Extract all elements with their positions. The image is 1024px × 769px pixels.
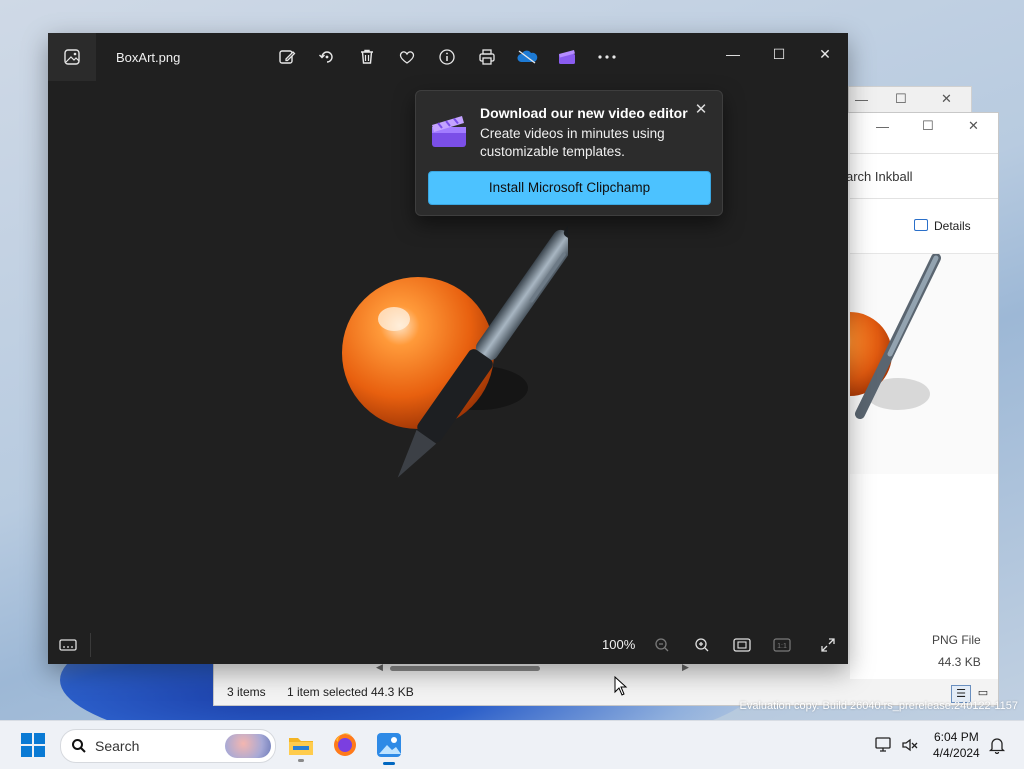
zoom-level[interactable]: 100% — [602, 637, 635, 652]
svg-text:1:1: 1:1 — [777, 643, 787, 650]
zoom-out-icon[interactable] — [649, 633, 675, 657]
large-icons-view-button[interactable]: ▭ — [974, 685, 992, 701]
rotate-icon[interactable] — [316, 46, 338, 68]
image-icon — [64, 49, 80, 65]
inkball-image — [342, 220, 568, 478]
file-explorer-taskbar-icon[interactable] — [286, 730, 316, 760]
mouse-cursor-icon — [614, 676, 628, 696]
flyout-title: Download our new video editor — [480, 105, 688, 121]
status-selection: 1 item selected — [287, 685, 368, 699]
info-icon[interactable] — [436, 46, 458, 68]
minimize-icon[interactable]: — — [876, 119, 889, 134]
maximize-icon[interactable]: ☐ — [922, 118, 934, 134]
onedrive-icon[interactable] — [516, 46, 538, 68]
start-button[interactable] — [18, 730, 48, 760]
file-type: PNG File — [932, 633, 981, 647]
evaluation-watermark: Evaluation copy. Build 26040.rs_prerelea… — [739, 700, 1018, 712]
actual-size-icon[interactable]: 1:1 — [769, 633, 795, 657]
close-icon[interactable]: ✕ — [803, 39, 847, 69]
window-title: BoxArt.png — [116, 50, 181, 65]
details-button[interactable]: Details — [914, 219, 971, 233]
maximize-icon[interactable]: ☐ — [895, 91, 907, 107]
close-icon[interactable]: ✕ — [968, 118, 979, 134]
windows-logo-icon — [21, 733, 45, 757]
photos-title-bar[interactable]: BoxArt.png — ☐ ✕ — [48, 33, 848, 83]
separator — [90, 633, 91, 657]
full-screen-icon[interactable] — [815, 633, 841, 657]
favorite-icon[interactable] — [396, 46, 418, 68]
clipchamp-icon[interactable] — [556, 46, 578, 68]
flyout-description: Create videos in minutes using customiza… — [480, 126, 665, 159]
status-item-count: 3 items — [227, 685, 266, 699]
maximize-icon[interactable]: ☐ — [757, 39, 801, 69]
explorer-running-indicator — [298, 759, 304, 762]
details-pane-icon — [914, 219, 928, 231]
notification-bell-icon[interactable] — [988, 736, 1006, 754]
edit-image-icon[interactable] — [276, 46, 298, 68]
preview-thumbnail — [808, 253, 998, 474]
flyout-close-icon[interactable]: ✕ — [690, 99, 712, 121]
zoom-in-icon[interactable] — [689, 633, 715, 657]
filmstrip-icon[interactable] — [55, 633, 81, 657]
print-icon[interactable] — [476, 46, 498, 68]
photos-taskbar-icon[interactable] — [374, 730, 404, 765]
install-clipchamp-button[interactable]: Install Microsoft Clipchamp — [428, 171, 711, 205]
search-placeholder: arch Inkball — [846, 169, 913, 184]
volume-muted-icon[interactable] — [901, 736, 919, 754]
clock-date: 4/4/2024 — [933, 746, 980, 760]
firefox-taskbar-icon[interactable] — [330, 730, 360, 760]
search-label: Search — [95, 738, 140, 754]
photos-window[interactable]: BoxArt.png — ☐ ✕ Download our new video … — [48, 33, 848, 664]
photos-app-icon-button[interactable] — [48, 33, 96, 81]
fit-to-window-icon[interactable] — [729, 633, 755, 657]
search-highlight-image — [225, 734, 271, 758]
file-size: 44.3 KB — [938, 655, 981, 669]
explorer-search-box[interactable]: arch Inkball — [846, 153, 998, 199]
delete-icon[interactable] — [356, 46, 378, 68]
taskbar: Search 6:04 PM 4/4/2024 — [0, 720, 1024, 769]
taskbar-search-box[interactable]: Search — [60, 729, 276, 763]
close-icon[interactable]: ✕ — [941, 91, 952, 107]
minimize-icon[interactable]: — — [711, 39, 755, 69]
clipchamp-promo-flyout: Download our new video editor Create vid… — [415, 90, 723, 216]
scroll-thumb[interactable] — [390, 666, 540, 671]
more-icon[interactable] — [596, 46, 618, 68]
search-icon — [72, 739, 86, 753]
minimize-icon[interactable]: — — [855, 92, 868, 107]
status-selection-size: 44.3 KB — [371, 685, 414, 699]
clipchamp-logo-icon — [432, 116, 466, 147]
network-icon[interactable] — [874, 736, 892, 754]
taskbar-clock[interactable]: 6:04 PM 4/4/2024 — [933, 729, 980, 761]
clock-time: 6:04 PM — [934, 730, 979, 744]
details-label: Details — [934, 219, 971, 233]
